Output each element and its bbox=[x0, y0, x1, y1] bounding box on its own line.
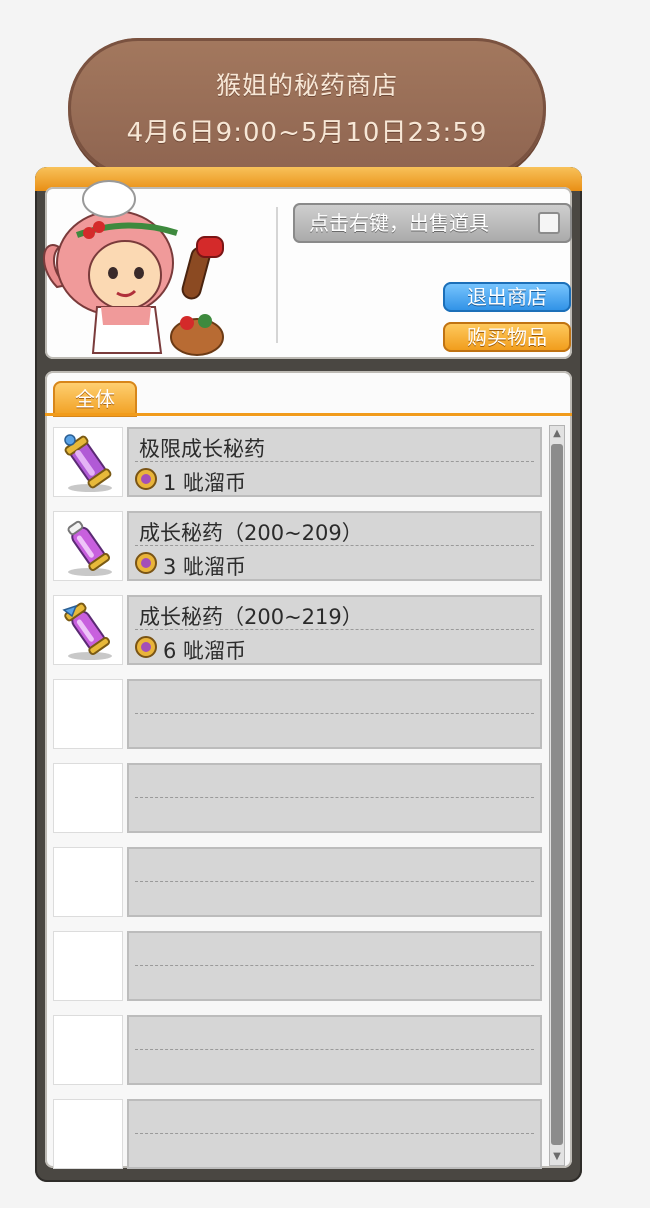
item-separator bbox=[135, 713, 534, 714]
item-icon-slot bbox=[53, 595, 123, 665]
growth-potion-winged-icon bbox=[62, 602, 112, 660]
item-info: 极限成长秘药 1 呲溜币 bbox=[127, 427, 542, 497]
item-icon-slot bbox=[53, 511, 123, 581]
item-price: 1 呲溜币 bbox=[163, 471, 247, 495]
tab-underline bbox=[45, 413, 572, 416]
scroll-up-icon[interactable]: ▲ bbox=[550, 426, 564, 442]
item-list-panel: 全体 极限成长秘药 1 呲溜币 成长秘药（200~209） 3 呲溜币 成长秘药… bbox=[45, 371, 572, 1169]
item-icon-slot bbox=[53, 931, 123, 1001]
sell-toggle-label: 点击右键，出售道具 bbox=[309, 211, 489, 235]
item-icon-slot bbox=[53, 679, 123, 749]
zilu-coin-icon bbox=[135, 468, 157, 490]
shop-banner: 猴姐的秘药商店 4月6日9:00~5月10日23:59 bbox=[68, 38, 546, 178]
empty-item-row bbox=[53, 929, 544, 1005]
item-info bbox=[127, 1015, 542, 1085]
item-info bbox=[127, 679, 542, 749]
item-price: 3 呲溜币 bbox=[163, 555, 247, 579]
empty-item-row bbox=[53, 1013, 544, 1089]
empty-item-row bbox=[53, 1097, 544, 1173]
zilu-coin-icon bbox=[135, 552, 157, 574]
item-separator bbox=[135, 797, 534, 798]
shop-title: 猴姐的秘药商店 bbox=[215, 71, 398, 100]
item-icon-slot bbox=[53, 847, 123, 917]
tab-bar: 全体 bbox=[47, 373, 570, 417]
shop-time-range: 4月6日9:00~5月10日23:59 bbox=[126, 118, 488, 148]
tab-all[interactable]: 全体 bbox=[53, 381, 137, 417]
item-icon-slot bbox=[53, 1099, 123, 1169]
item-separator bbox=[135, 1133, 534, 1134]
item-info bbox=[127, 847, 542, 917]
right-click-sell-toggle[interactable]: 点击右键，出售道具 bbox=[293, 203, 572, 243]
buy-item-button[interactable]: 购买物品 bbox=[443, 322, 571, 352]
header-divider bbox=[276, 207, 278, 343]
item-name: 成长秘药（200~219） bbox=[139, 605, 363, 629]
monkey-merchant-npc-icon bbox=[43, 180, 224, 356]
item-list-scrollbar[interactable]: ▲ ▼ bbox=[549, 425, 565, 1166]
item-separator bbox=[135, 1049, 534, 1050]
zilu-coin-icon bbox=[135, 636, 157, 658]
empty-item-row bbox=[53, 845, 544, 921]
item-row[interactable]: 成长秘药（200~219） 6 呲溜币 bbox=[53, 593, 544, 669]
item-separator bbox=[135, 629, 534, 630]
item-icon-slot bbox=[53, 427, 123, 497]
scroll-down-icon[interactable]: ▼ bbox=[550, 1149, 564, 1165]
shop-window: 点击右键，出售道具 退出商店 购买物品 全体 极限成长秘药 1 呲溜币 成长秘药… bbox=[35, 167, 582, 1182]
limit-growth-potion-icon bbox=[64, 434, 112, 492]
item-icon-slot bbox=[53, 763, 123, 833]
item-row[interactable]: 极限成长秘药 1 呲溜币 bbox=[53, 425, 544, 501]
empty-item-row bbox=[53, 761, 544, 837]
item-info bbox=[127, 931, 542, 1001]
item-info: 成长秘药（200~219） 6 呲溜币 bbox=[127, 595, 542, 665]
item-info: 成长秘药（200~209） 3 呲溜币 bbox=[127, 511, 542, 581]
item-icon-slot bbox=[53, 1015, 123, 1085]
shop-header-panel: 点击右键，出售道具 退出商店 购买物品 bbox=[43, 180, 572, 359]
item-separator bbox=[135, 965, 534, 966]
item-info bbox=[127, 1099, 542, 1169]
item-info bbox=[127, 763, 542, 833]
scroll-thumb[interactable] bbox=[551, 444, 563, 1145]
sell-toggle-checkbox[interactable] bbox=[538, 212, 560, 234]
empty-item-row bbox=[53, 677, 544, 753]
item-price: 6 呲溜币 bbox=[163, 639, 247, 663]
item-separator bbox=[135, 881, 534, 882]
item-name: 成长秘药（200~209） bbox=[139, 521, 363, 545]
exit-shop-button[interactable]: 退出商店 bbox=[443, 282, 571, 312]
item-row[interactable]: 成长秘药（200~209） 3 呲溜币 bbox=[53, 509, 544, 585]
growth-potion-pink-icon bbox=[67, 520, 112, 576]
item-separator bbox=[135, 545, 534, 546]
item-name: 极限成长秘药 bbox=[139, 437, 265, 461]
item-separator bbox=[135, 461, 534, 462]
